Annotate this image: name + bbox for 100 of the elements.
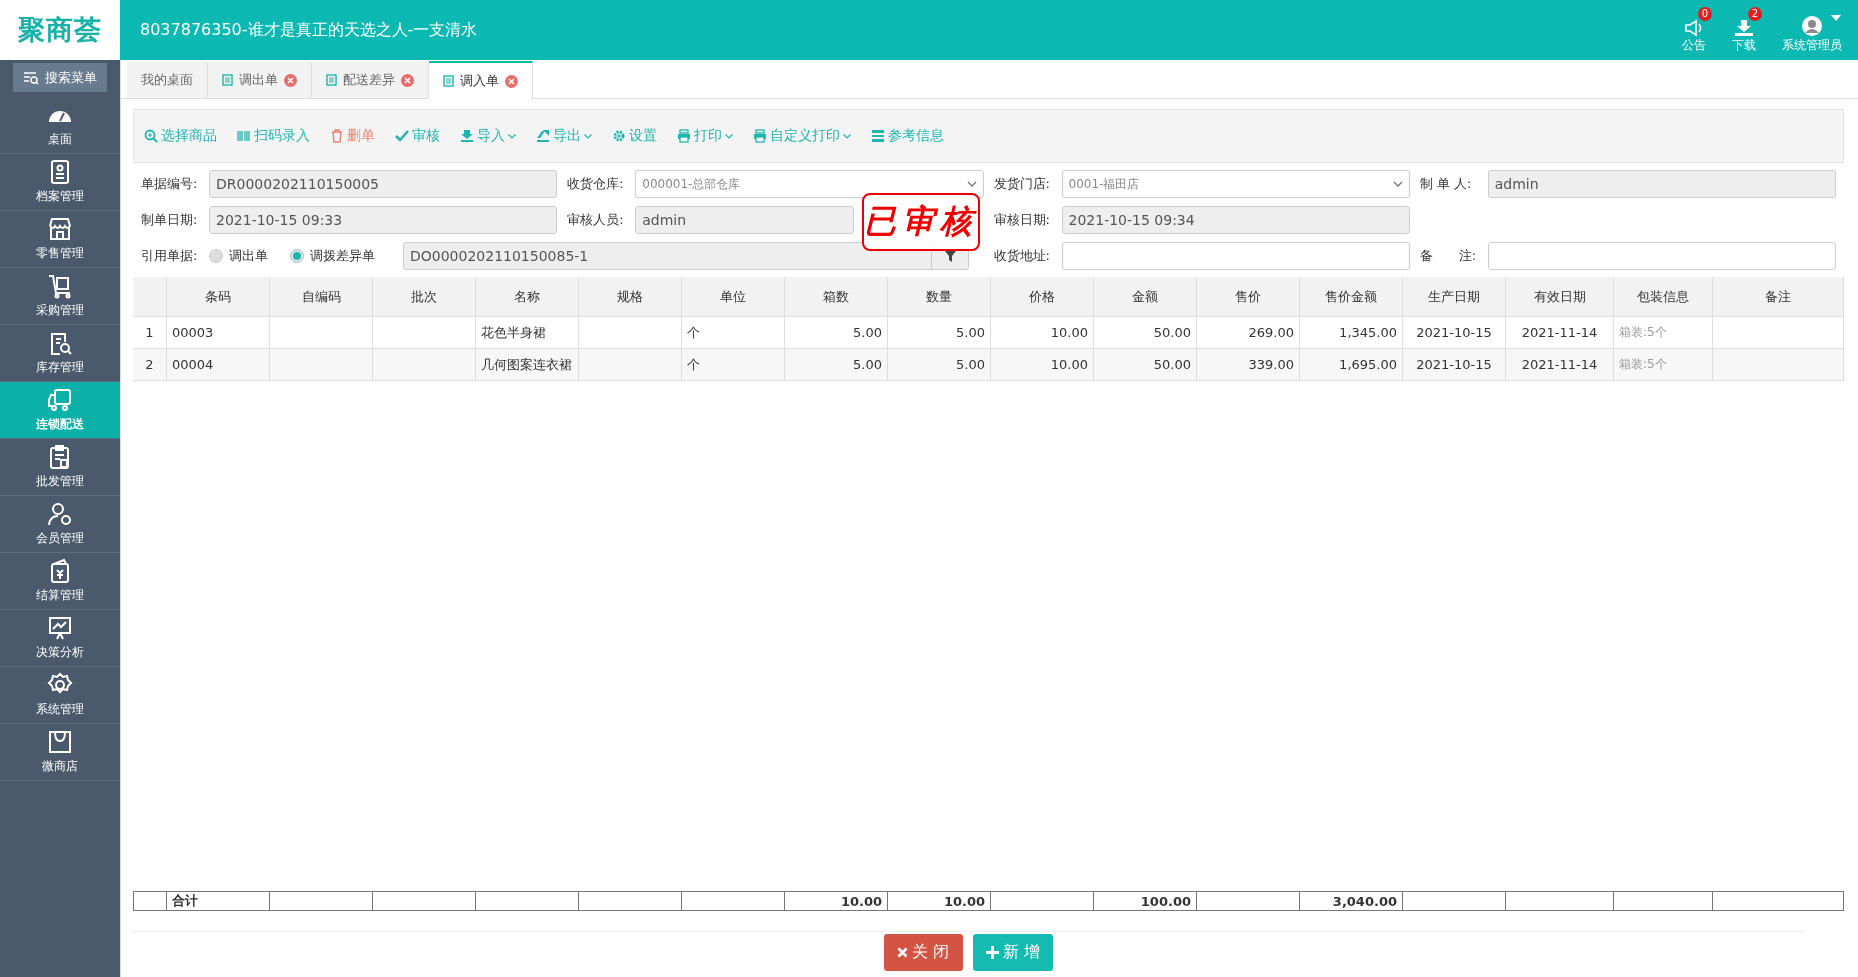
total-cell: 10.00 <box>888 891 991 911</box>
sidebar-item[interactable]: 采购管理 <box>0 268 120 325</box>
total-label: 合计 <box>167 891 270 911</box>
document-icon <box>443 75 454 87</box>
lookup-field[interactable]: DO0000202110150085-1 <box>403 242 969 270</box>
notice-button[interactable]: 0 公告 <box>1676 6 1712 54</box>
field-label: 制 单 人: <box>1419 175 1473 193</box>
settings-icon <box>612 129 626 143</box>
field-label: 引用单据: <box>141 247 199 265</box>
input-field[interactable]: 2021-10-15 09:34 <box>1061 206 1410 234</box>
cart-icon <box>47 273 73 299</box>
column-header: 自编码 <box>270 277 373 317</box>
trash-icon <box>330 129 344 143</box>
download-icon <box>1734 18 1754 37</box>
column-header: 规格 <box>579 277 682 317</box>
table-cell: 箱装:5个 <box>1614 349 1713 381</box>
tab[interactable]: 调出单 <box>208 62 312 98</box>
sidebar-item[interactable]: 零售管理 <box>0 211 120 268</box>
table-cell: 5.00 <box>888 349 991 381</box>
barcode-icon <box>237 129 251 143</box>
column-header: 名称 <box>476 277 579 317</box>
close-icon[interactable] <box>284 73 297 87</box>
table-cell: 00004 <box>167 349 270 381</box>
close-button[interactable]: 关 闭 <box>884 934 963 971</box>
import-icon <box>460 129 474 143</box>
input-field[interactable]: admin <box>1487 170 1836 198</box>
table-cell: 50.00 <box>1094 349 1197 381</box>
list-icon <box>871 129 885 143</box>
close-icon <box>897 947 909 958</box>
table-cell: 10.00 <box>991 349 1094 381</box>
close-icon[interactable] <box>401 73 414 87</box>
sidebar-item[interactable]: 结算管理 <box>0 553 120 610</box>
store-icon <box>47 216 73 242</box>
field-label: 审核人员: <box>567 211 625 229</box>
column-header: 单位 <box>682 277 785 317</box>
table-cell <box>133 891 167 911</box>
chart-icon <box>47 615 73 641</box>
bag-icon <box>47 729 73 755</box>
truck-icon <box>47 387 73 413</box>
sidebar-item[interactable]: 桌面 <box>0 97 120 154</box>
tab[interactable]: 调入单 <box>429 61 533 99</box>
table-cell: 2021-11-14 <box>1506 349 1614 381</box>
total-cell: 10.00 <box>785 891 888 911</box>
count-badge: 0 <box>1698 6 1712 21</box>
logo: 聚商荟 <box>0 0 120 60</box>
printer-icon <box>677 129 691 143</box>
close-icon[interactable] <box>505 74 518 88</box>
column-header: 包装信息 <box>1614 277 1713 317</box>
radio-option[interactable]: 调出单 <box>209 247 268 265</box>
column-header: 价格 <box>991 277 1094 317</box>
field-label: 收货仓库: <box>567 175 625 193</box>
field-label: 发货门店: <box>993 175 1051 193</box>
radio-option[interactable]: 调拨差异单 <box>290 247 375 265</box>
column-header: 数量 <box>888 277 991 317</box>
column-header: 生产日期 <box>1403 277 1506 317</box>
table-header-cell <box>133 277 167 317</box>
column-header: 箱数 <box>785 277 888 317</box>
caret-icon <box>1831 14 1841 21</box>
printer-icon <box>753 129 767 143</box>
plus-icon <box>985 946 999 959</box>
sidebar-item[interactable]: 微商店 <box>0 724 120 781</box>
document-icon <box>222 74 233 86</box>
field-label: 收货地址: <box>993 247 1051 265</box>
input-field[interactable]: DR0000202110150005 <box>209 170 558 198</box>
select-field[interactable]: 0001-福田店 <box>1061 170 1410 198</box>
sidebar-item[interactable]: 决策分析 <box>0 610 120 667</box>
sidebar-item[interactable]: 批发管理 <box>0 439 120 496</box>
menu-search-icon <box>23 70 39 85</box>
field-label: 制单日期: <box>141 211 199 229</box>
input-field[interactable] <box>1061 242 1410 270</box>
table-cell: 2021-10-15 <box>1403 349 1506 381</box>
column-header: 售价金额 <box>1300 277 1403 317</box>
tab[interactable]: 我的桌面 <box>127 62 208 98</box>
count-badge: 2 <box>1748 6 1762 21</box>
document-icon <box>326 74 337 86</box>
input-field[interactable]: 2021-10-15 09:33 <box>209 206 558 234</box>
chevron-down-icon <box>1392 181 1403 187</box>
search-menu-button[interactable]: 搜索菜单 <box>13 63 107 92</box>
table-cell: 个 <box>682 349 785 381</box>
table-cell: 几何图案连衣裙 <box>476 349 579 381</box>
row-number: 2 <box>133 349 167 381</box>
download-button[interactable]: 2 下载 <box>1726 6 1762 54</box>
field-label: 单据编号: <box>141 175 199 193</box>
total-cell: 3,040.00 <box>1300 891 1403 911</box>
tab[interactable]: 配送差异 <box>312 62 429 98</box>
sidebar-item[interactable]: 档案管理 <box>0 154 120 211</box>
input-field[interactable] <box>1487 242 1836 270</box>
column-header: 备注 <box>1713 277 1844 317</box>
sidebar-item[interactable]: 系统管理 <box>0 667 120 724</box>
table-cell: 339.00 <box>1197 349 1300 381</box>
speaker-icon <box>1684 18 1704 37</box>
window-title: 8037876350-谁才是真正的天选之人-一支清水 <box>140 19 479 41</box>
person-icon <box>47 501 73 527</box>
column-header: 有效日期 <box>1506 277 1614 317</box>
column-header: 条码 <box>167 277 270 317</box>
export-icon <box>536 129 550 143</box>
sidebar-item[interactable]: 会员管理 <box>0 496 120 553</box>
select-field[interactable]: 000001-总部仓库 <box>635 170 984 198</box>
table-cell: 5.00 <box>785 349 888 381</box>
input-field[interactable]: admin <box>635 206 854 234</box>
